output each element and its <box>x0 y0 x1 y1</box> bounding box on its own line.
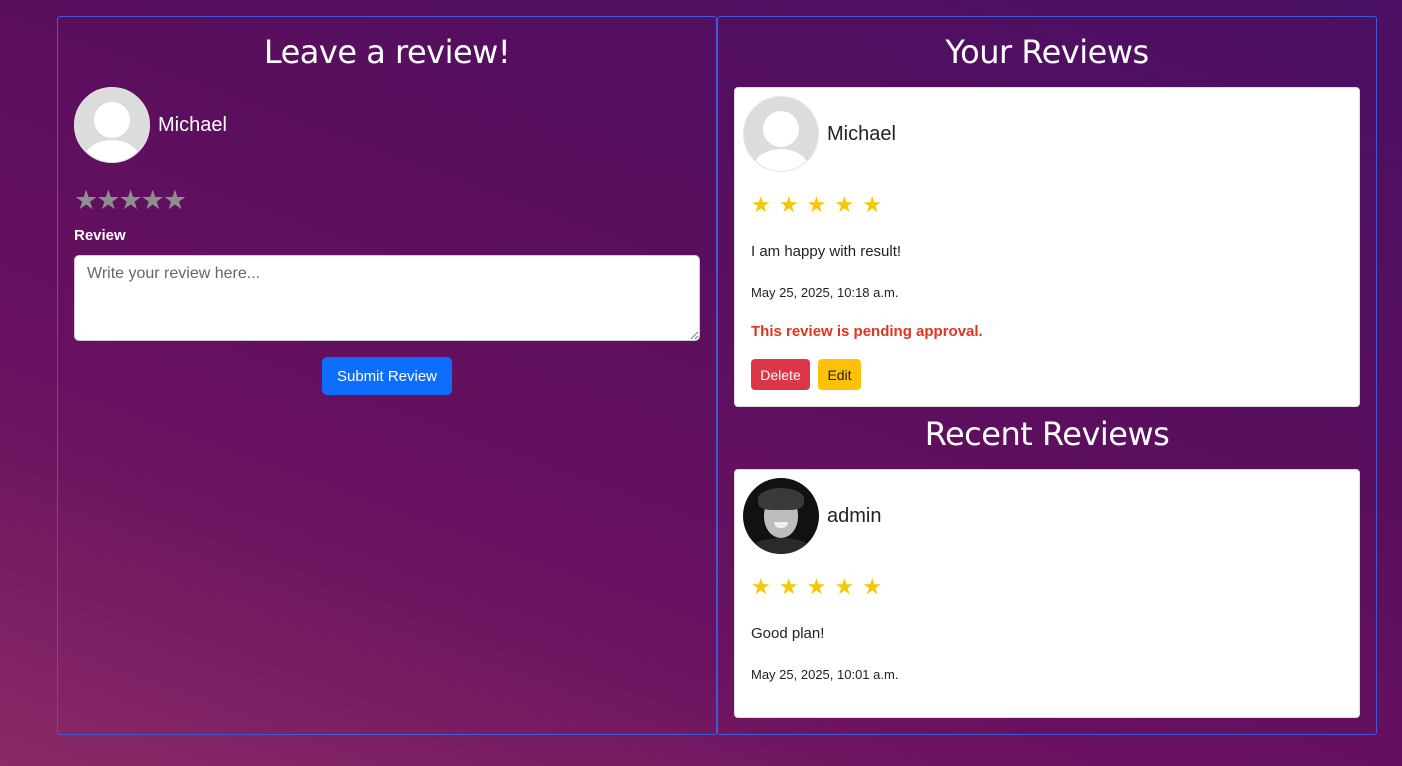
your-review-card: Michael ★ ★ ★ ★ ★ I am happy with result… <box>734 87 1360 407</box>
star-2-icon[interactable]: ★ <box>96 185 120 215</box>
recent-reviews-title: Recent Reviews <box>924 415 1170 453</box>
review-date: May 25, 2025, 10:18 a.m. <box>751 285 899 300</box>
review-text: Good plan! <box>751 625 825 642</box>
review-label: Review <box>74 227 126 244</box>
review-author-name: admin <box>827 504 882 527</box>
review-date: May 25, 2025, 10:01 a.m. <box>751 667 899 682</box>
review-author-name: Michael <box>827 122 896 145</box>
your-reviews-title: Your Reviews <box>945 33 1149 71</box>
edit-review-button[interactable]: Edit <box>818 359 861 390</box>
delete-review-button[interactable]: Delete <box>751 359 810 390</box>
user-avatar-icon <box>74 87 150 163</box>
star-5-icon[interactable]: ★ <box>163 185 187 215</box>
current-user: Michael <box>74 87 227 163</box>
review-stars: ★ ★ ★ ★ ★ <box>751 192 884 217</box>
current-user-name: Michael <box>158 113 227 136</box>
leave-review-panel: Leave a review! Michael ★★★★★ Review Sub… <box>57 16 717 735</box>
user-avatar-icon <box>743 96 819 172</box>
review-author: Michael <box>743 96 896 172</box>
review-author: admin <box>743 478 881 554</box>
review-textarea[interactable] <box>74 255 700 341</box>
star-1-icon[interactable]: ★ <box>74 185 98 215</box>
submit-review-button[interactable]: Submit Review <box>322 357 452 395</box>
review-stars: ★ ★ ★ ★ ★ <box>751 574 884 599</box>
recent-review-card: admin ★ ★ ★ ★ ★ Good plan! May 25, 2025,… <box>734 469 1360 718</box>
reviews-panel: Your Reviews Michael ★ ★ ★ ★ ★ I am happ… <box>717 16 1377 735</box>
star-rating-input[interactable]: ★★★★★ <box>74 185 187 216</box>
star-4-icon[interactable]: ★ <box>141 185 165 215</box>
star-3-icon[interactable]: ★ <box>118 185 142 215</box>
admin-avatar <box>743 478 819 554</box>
review-text: I am happy with result! <box>751 243 902 260</box>
leave-review-title: Leave a review! <box>263 33 511 71</box>
pending-approval-notice: This review is pending approval. <box>751 323 983 340</box>
